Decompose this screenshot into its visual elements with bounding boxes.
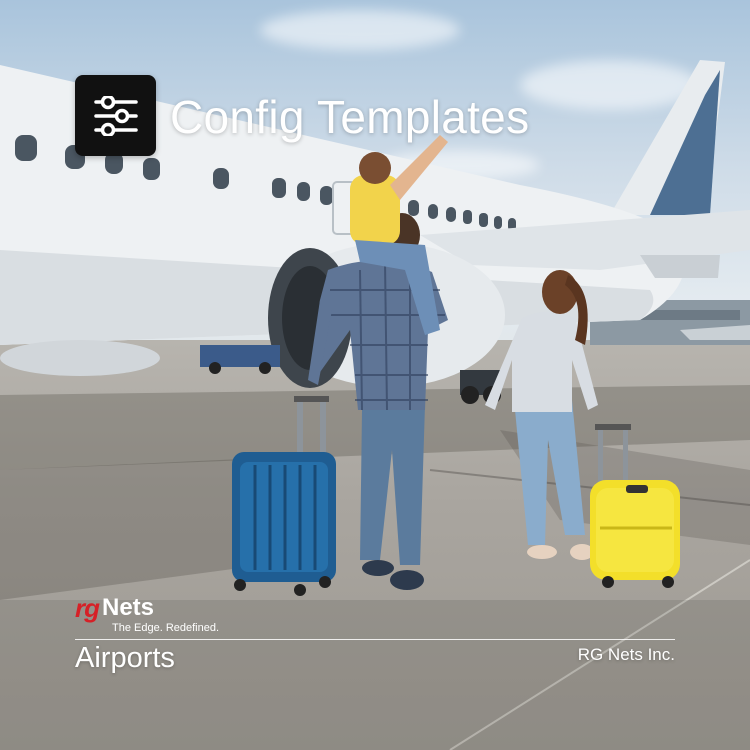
hero-card: Config Templates rg Nets The Edge. Redef… bbox=[0, 0, 750, 750]
brand-tagline: The Edge. Redefined. bbox=[112, 622, 220, 634]
sliders-icon bbox=[93, 95, 138, 136]
config-templates-icon-badge bbox=[75, 75, 156, 156]
brand-rg-text: rg bbox=[75, 593, 100, 623]
child-head bbox=[359, 152, 391, 184]
father-jeans bbox=[360, 405, 425, 565]
brand-nets-text: Nets bbox=[102, 594, 155, 621]
father-shoe bbox=[390, 570, 424, 590]
company-name: RG Nets Inc. bbox=[577, 645, 675, 664]
footer-divider bbox=[75, 639, 675, 640]
rg-nets-logo: rg Nets The Edge. Redefined. bbox=[75, 595, 235, 635]
category-label: Airports bbox=[75, 642, 175, 674]
father-shoe bbox=[362, 560, 394, 576]
airplane-engine-left bbox=[0, 340, 160, 376]
page-title: Config Templates bbox=[170, 91, 530, 143]
brand-wordmark: rg Nets bbox=[75, 593, 155, 623]
mother-shoe bbox=[527, 545, 557, 559]
